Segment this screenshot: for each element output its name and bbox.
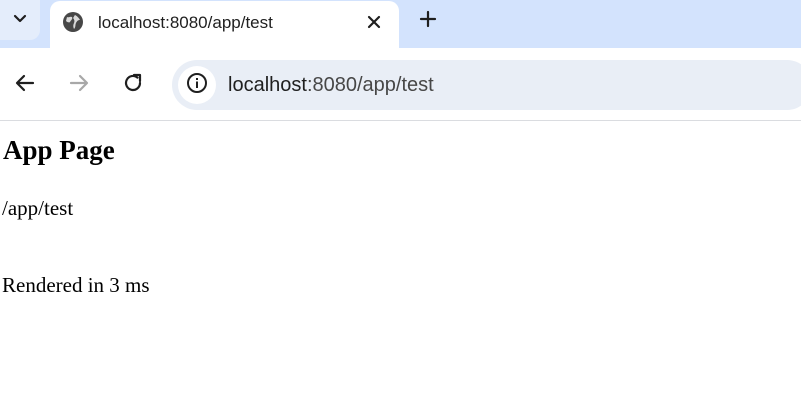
toolbar: localhost:8080/app/test bbox=[0, 48, 801, 121]
page-heading: App Page bbox=[3, 135, 115, 165]
page-content: App Page /app/test Rendered in 3 ms bbox=[0, 121, 801, 398]
new-tab-button[interactable] bbox=[416, 9, 440, 33]
url-text[interactable]: localhost:8080/app/test bbox=[228, 74, 434, 97]
tab-strip: localhost:8080/app/test bbox=[0, 0, 801, 48]
page-path-text: /app/test bbox=[2, 196, 74, 220]
plus-icon bbox=[419, 10, 437, 33]
tab-title: localhost:8080/app/test bbox=[98, 13, 273, 32]
url-path: :8080/app/test bbox=[306, 74, 434, 96]
reload-button[interactable] bbox=[120, 72, 146, 98]
tab-active[interactable]: localhost:8080/app/test bbox=[50, 1, 399, 48]
render-time-text: Rendered in 3 ms bbox=[2, 273, 150, 297]
browser-window: localhost:8080/app/test localhost:8080/a… bbox=[0, 0, 801, 398]
info-icon bbox=[186, 72, 208, 99]
close-icon[interactable] bbox=[362, 10, 386, 34]
forward-button[interactable] bbox=[66, 72, 92, 98]
address-bar[interactable]: localhost:8080/app/test bbox=[172, 60, 801, 110]
tab-search-button[interactable] bbox=[0, 0, 40, 40]
forward-arrow-icon bbox=[68, 72, 90, 99]
site-info-button[interactable] bbox=[178, 66, 216, 104]
globe-icon bbox=[62, 11, 84, 33]
chevron-down-icon bbox=[12, 10, 28, 31]
reload-icon bbox=[122, 72, 144, 99]
back-arrow-icon bbox=[14, 72, 36, 99]
url-host: localhost bbox=[228, 74, 307, 96]
back-button[interactable] bbox=[12, 72, 38, 98]
